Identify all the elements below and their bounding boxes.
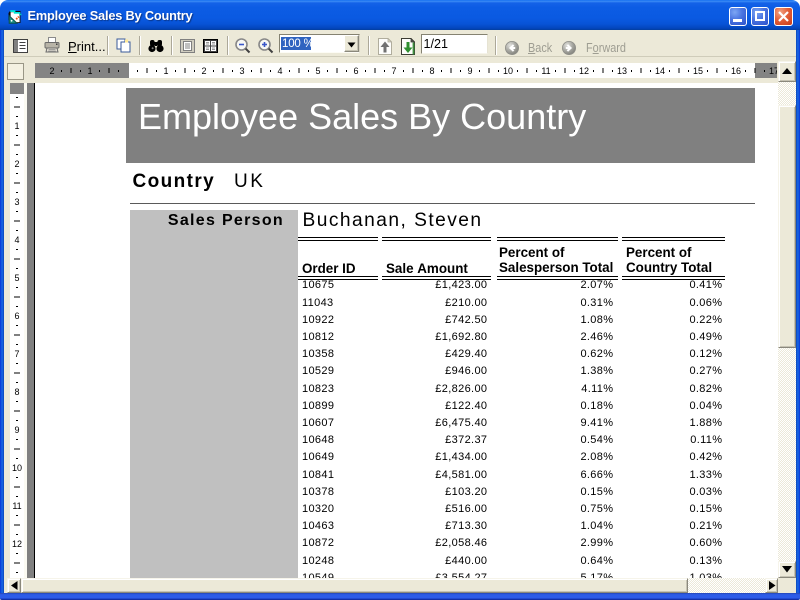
svg-text:12: 12: [579, 66, 589, 76]
svg-text:4: 4: [277, 66, 282, 76]
svg-text:14: 14: [655, 66, 665, 76]
svg-text:1: 1: [87, 66, 92, 76]
svg-text:4: 4: [14, 235, 19, 245]
svg-text:1: 1: [163, 66, 168, 76]
svg-text:8: 8: [14, 387, 19, 397]
svg-text:15: 15: [693, 66, 703, 76]
svg-text:11: 11: [541, 66, 550, 76]
svg-text:10: 10: [12, 463, 22, 473]
svg-text:1: 1: [14, 121, 19, 131]
svg-text:17: 17: [769, 66, 777, 76]
svg-text:6: 6: [14, 311, 19, 321]
svg-text:8: 8: [429, 66, 434, 76]
svg-text:9: 9: [467, 66, 472, 76]
svg-text:2: 2: [201, 66, 206, 76]
svg-text:7: 7: [14, 349, 19, 359]
svg-text:5: 5: [14, 273, 19, 283]
svg-text:12: 12: [12, 539, 22, 549]
svg-text:13: 13: [617, 66, 627, 76]
svg-text:3: 3: [14, 197, 19, 207]
svg-text:16: 16: [731, 66, 741, 76]
svg-text:6: 6: [353, 66, 358, 76]
svg-text:2: 2: [14, 159, 19, 169]
svg-text:7: 7: [391, 66, 396, 76]
svg-text:9: 9: [14, 425, 19, 435]
svg-text:11: 11: [12, 501, 21, 511]
svg-text:2: 2: [49, 66, 54, 76]
svg-text:3: 3: [239, 66, 244, 76]
svg-text:10: 10: [503, 66, 513, 76]
svg-text:5: 5: [315, 66, 320, 76]
